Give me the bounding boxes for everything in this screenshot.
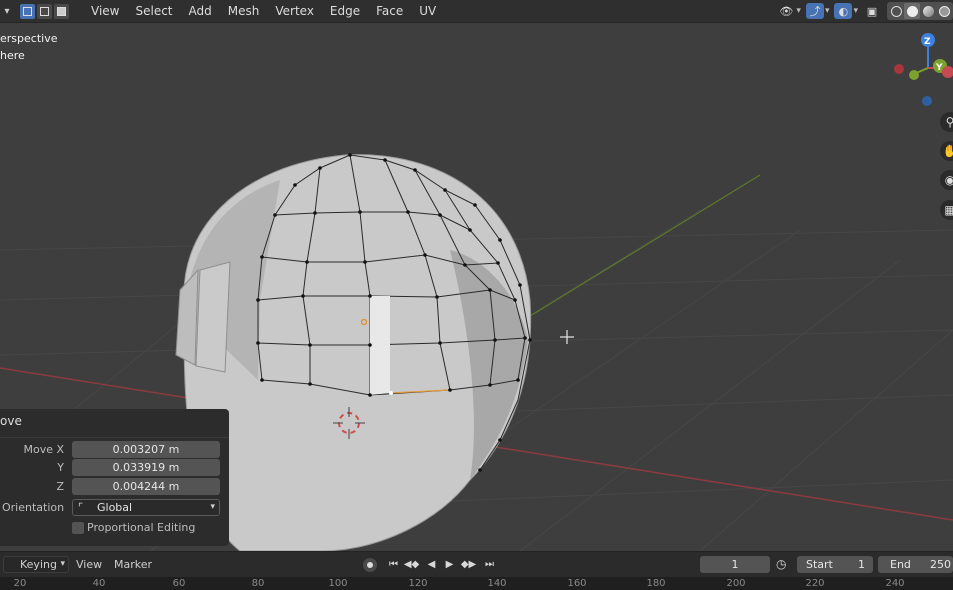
grid-view-icon[interactable]: ▦: [940, 200, 953, 220]
start-frame-field[interactable]: Start 1: [797, 556, 873, 573]
keying-dropdown[interactable]: Keying ▾: [3, 556, 69, 573]
orientation-label: Orientation: [2, 501, 65, 514]
prev-keyframe-icon[interactable]: ◀◆: [404, 557, 419, 572]
move-y-label: Y: [57, 461, 64, 474]
menu-vertex[interactable]: Vertex: [269, 2, 320, 20]
face-select-icon[interactable]: [54, 3, 69, 19]
move-z-label: Z: [56, 480, 64, 493]
start-label: Start: [806, 558, 833, 571]
ruler-tick: 200: [726, 578, 746, 589]
orientation-value: Global: [97, 501, 133, 514]
start-value: 1: [858, 558, 865, 571]
menu-view[interactable]: View: [85, 2, 125, 20]
chevron-down-icon: ▾: [210, 502, 215, 512]
move-x-field[interactable]: 0.003207 m: [72, 441, 220, 458]
gizmo-z-label: Z: [924, 37, 931, 47]
mouse-crosshair-icon: [560, 330, 574, 344]
menu-mesh[interactable]: Mesh: [222, 2, 266, 20]
timeline-menu-marker[interactable]: Marker: [114, 558, 152, 571]
object-name-label: here: [0, 49, 25, 62]
gizmo-icon[interactable]: ⤴: [805, 3, 824, 19]
ruler-tick: 60: [172, 578, 186, 589]
wireframe-shading-icon[interactable]: [888, 3, 904, 19]
menu-edge[interactable]: Edge: [324, 2, 366, 20]
operator-panel-move: ove Move X 0.003207 m Y 0.033919 m Z 0.0…: [0, 409, 229, 546]
record-icon[interactable]: [363, 558, 377, 572]
header-right-tools: 👁 ▾ ⤴ ▾ ◐ ▾ ▣: [775, 0, 953, 22]
active-vertex[interactable]: [389, 391, 393, 395]
ruler-tick: 220: [805, 578, 825, 589]
chevron-down-icon: ▾: [60, 559, 65, 569]
camera-icon[interactable]: ◉: [940, 170, 953, 190]
view-perspective-label: erspective: [0, 32, 58, 45]
jump-start-icon[interactable]: ⏮: [386, 557, 401, 572]
end-value: 250: [930, 558, 951, 571]
proportional-editing-checkbox[interactable]: [72, 522, 84, 534]
clock-icon[interactable]: ◷: [776, 557, 792, 573]
current-frame-field[interactable]: 1: [700, 556, 770, 573]
gizmo-y-label: Y: [935, 63, 943, 73]
keying-label: Keying: [20, 558, 57, 571]
play-reverse-icon[interactable]: ◀: [424, 557, 439, 572]
ruler-tick: 120: [408, 578, 428, 589]
side-strip: [195, 261, 231, 373]
orientation-select[interactable]: ⌜ Global ▾: [72, 499, 220, 516]
zoom-icon[interactable]: ⚲: [940, 112, 953, 132]
operator-title[interactable]: ove: [0, 414, 22, 428]
select-mode-group: [20, 3, 71, 19]
viewport-header: ▾ View Select Add Mesh Vertex Edge Face …: [0, 0, 953, 23]
jump-end-icon[interactable]: ⏭: [482, 557, 497, 572]
move-y-field[interactable]: 0.033919 m: [72, 459, 220, 476]
gizmo-neg-y[interactable]: [909, 70, 919, 80]
end-frame-field[interactable]: End 250: [878, 556, 953, 573]
menu-uv[interactable]: UV: [413, 2, 442, 20]
timeline-menu-view[interactable]: View: [76, 558, 102, 571]
timeline-ruler[interactable]: 20 40 60 80 100 120 140 160 180 200 220 …: [0, 577, 953, 590]
ruler-tick: 40: [92, 578, 106, 589]
shading-mode-group: [887, 2, 953, 20]
proportional-editing-label: Proportional Editing: [87, 521, 196, 534]
gizmo-neg-x[interactable]: [894, 64, 904, 74]
navigation-gizmo[interactable]: Z Y: [894, 33, 953, 106]
overlay-icon[interactable]: ◐: [834, 3, 853, 19]
next-keyframe-icon[interactable]: ◆▶: [461, 557, 476, 572]
ruler-tick: 80: [251, 578, 265, 589]
solid-shading-icon[interactable]: [904, 3, 920, 19]
ruler-tick: 240: [885, 578, 905, 589]
xray-icon[interactable]: ▣: [863, 3, 881, 19]
move-x-label: Move X: [23, 443, 64, 456]
play-icon[interactable]: ▶: [442, 557, 457, 572]
ruler-tick: 160: [567, 578, 587, 589]
timeline-header: Keying ▾ View Marker ⏮ ◀◆ ◀ ▶ ◆▶ ⏭ 1 ◷ S…: [0, 551, 953, 577]
global-axes-icon: ⌜: [78, 501, 84, 514]
material-shading-icon[interactable]: [920, 3, 936, 19]
pan-hand-icon[interactable]: ✋: [940, 141, 953, 161]
selected-face[interactable]: [370, 296, 390, 395]
ruler-tick: 140: [487, 578, 507, 589]
chevron-down-icon[interactable]: ▾: [796, 6, 801, 16]
ruler-tick: 100: [328, 578, 348, 589]
menu-add[interactable]: Add: [183, 2, 218, 20]
move-z-field[interactable]: 0.004244 m: [72, 478, 220, 495]
chevron-down-icon[interactable]: ▾: [2, 6, 12, 17]
menu-select[interactable]: Select: [129, 2, 178, 20]
side-strip: [175, 268, 199, 366]
visibility-icon[interactable]: 👁: [777, 3, 795, 19]
divider: [0, 437, 229, 438]
gizmo-neg-z[interactable]: [922, 96, 932, 106]
vertex-select-icon[interactable]: [20, 3, 35, 19]
edge-select-icon[interactable]: [37, 3, 52, 19]
end-label: End: [890, 558, 911, 571]
menu-face[interactable]: Face: [370, 2, 409, 20]
chevron-down-icon[interactable]: ▾: [853, 6, 858, 16]
rendered-shading-icon[interactable]: [936, 3, 952, 19]
chevron-down-icon[interactable]: ▾: [825, 6, 830, 16]
ruler-tick: 180: [646, 578, 666, 589]
ruler-tick: 20: [13, 578, 27, 589]
